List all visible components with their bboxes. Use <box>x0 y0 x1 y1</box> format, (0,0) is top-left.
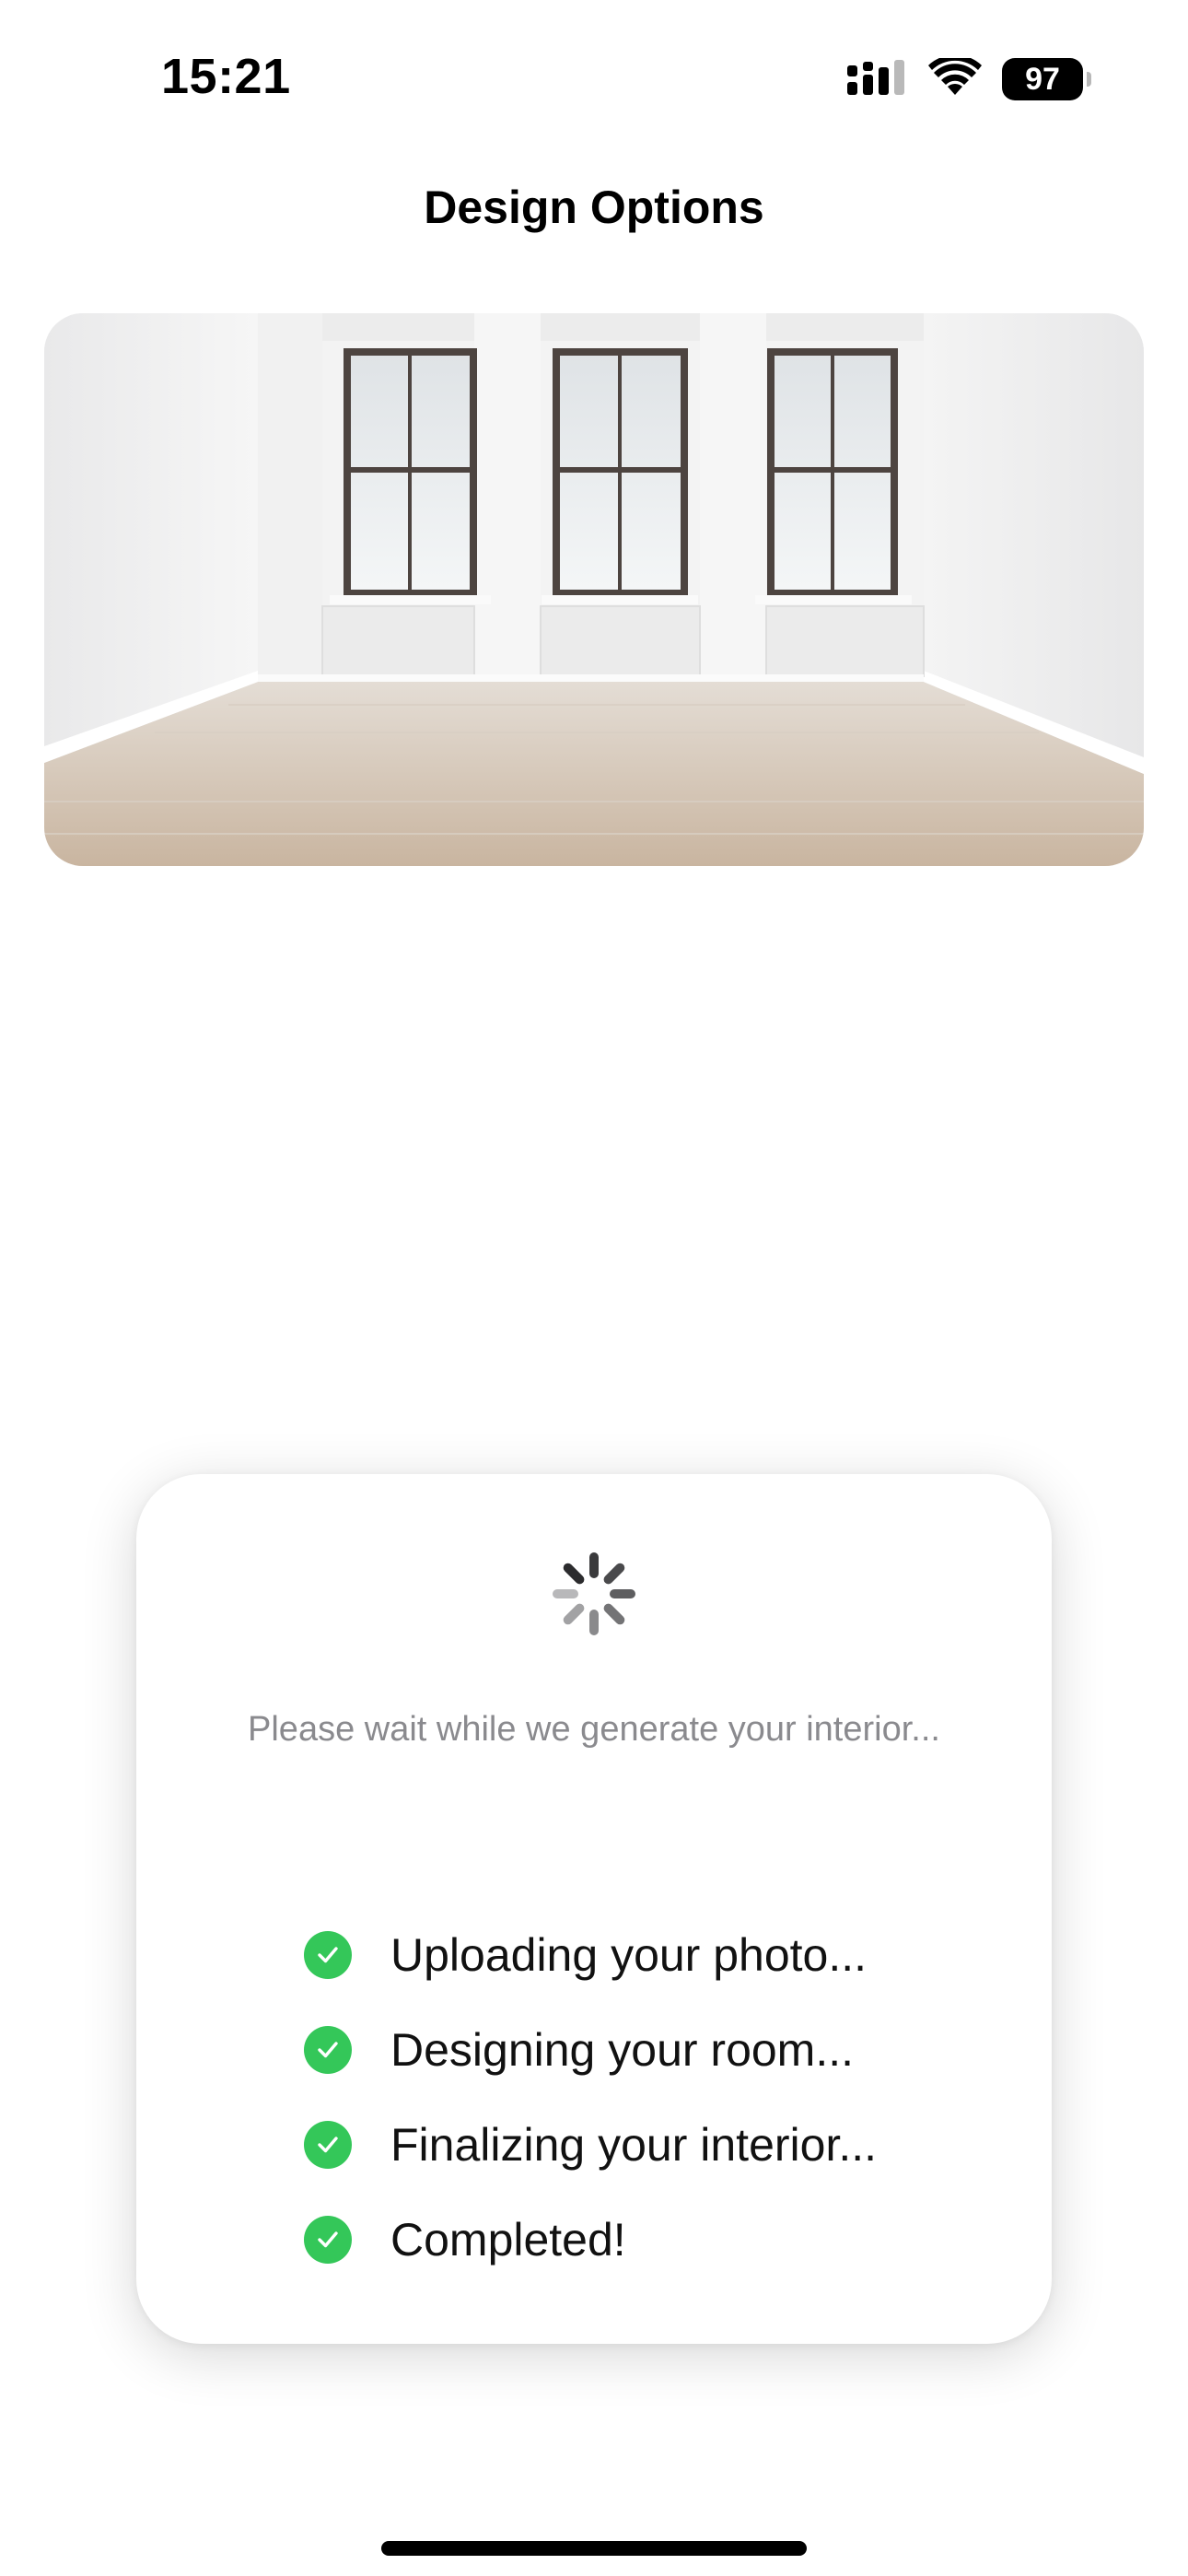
step-label: Finalizing your interior... <box>390 2118 878 2171</box>
cellular-signal-icon <box>847 58 908 101</box>
battery-icon: 97 <box>1002 58 1091 100</box>
step-upload: Uploading your photo... <box>304 1907 877 2002</box>
step-label: Completed! <box>390 2213 626 2266</box>
checkmark-icon <box>304 2025 352 2074</box>
step-label: Designing your room... <box>390 2023 855 2076</box>
battery-level: 97 <box>1025 61 1060 97</box>
loading-card: Please wait while we generate your inter… <box>136 1474 1052 2344</box>
progress-steps: Uploading your photo... Designing your r… <box>304 1907 877 2287</box>
wifi-icon <box>928 53 982 101</box>
step-finalize: Finalizing your interior... <box>304 2097 877 2192</box>
checkmark-icon <box>304 1930 352 1979</box>
checkmark-icon <box>304 2215 352 2264</box>
room-photo <box>44 313 1144 866</box>
page-title: Design Options <box>424 181 764 233</box>
design-options-screen: 15:21 97 Design Options Please wait whil… <box>0 0 1188 2576</box>
step-label: Uploading your photo... <box>390 1928 868 1981</box>
step-design: Designing your room... <box>304 2002 877 2097</box>
checkmark-icon <box>304 2120 352 2169</box>
activity-spinner-icon <box>548 1548 640 1640</box>
home-indicator[interactable] <box>381 2541 807 2556</box>
status-icons: 97 <box>847 53 1091 101</box>
step-completed: Completed! <box>304 2192 877 2287</box>
wait-message: Please wait while we generate your inter… <box>248 1710 940 1749</box>
status-time: 15:21 <box>161 49 291 104</box>
